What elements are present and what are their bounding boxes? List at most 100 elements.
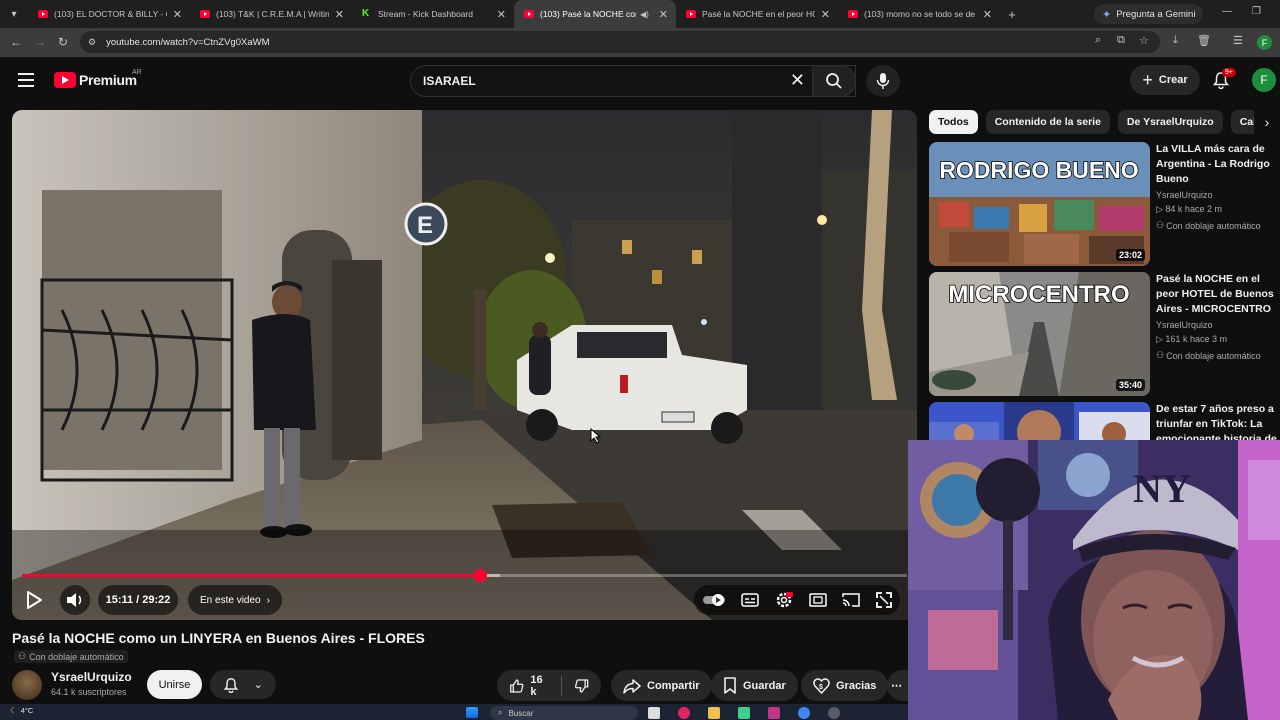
close-icon[interactable]: ✕: [659, 8, 668, 21]
file-explorer-icon[interactable]: [708, 707, 720, 719]
cast-icon[interactable]: [842, 593, 861, 607]
chevron-right-icon[interactable]: ›: [1254, 110, 1280, 134]
channel-name[interactable]: YsraelUrquizo: [1156, 190, 1280, 200]
browser-tab-3[interactable]: K Stream - Kick Dashboard ✕: [352, 0, 514, 28]
gemini-button[interactable]: ✦ Pregunta a Gemini: [1094, 4, 1204, 24]
create-button[interactable]: + Crear: [1130, 65, 1200, 95]
youtube-icon: [686, 10, 696, 18]
close-icon[interactable]: ✕: [497, 8, 506, 21]
reload-icon[interactable]: ↻: [58, 35, 68, 49]
chip-all[interactable]: Todos: [929, 110, 978, 134]
browser-profile-avatar[interactable]: F: [1257, 35, 1272, 50]
video-title[interactable]: Pasé la NOCHE en el peor HOTEL de Buenos…: [1156, 272, 1280, 317]
browser-tab-5[interactable]: Pasé la NOCHE en el peor HOT ✕: [676, 0, 838, 28]
gemini-sparkle-icon: ✦: [1102, 8, 1112, 21]
close-icon[interactable]: ✕: [821, 8, 830, 21]
subscription-notifications-button[interactable]: ⌄: [210, 670, 276, 699]
recommended-video-1[interactable]: RODRIGO BUENO 23:02 La VILLA más cara de…: [929, 142, 1280, 266]
close-icon[interactable]: ✕: [173, 8, 182, 21]
more-horizontal-icon: ⋯: [891, 680, 902, 692]
video-thumbnail[interactable]: RODRIGO BUENO 23:02: [929, 142, 1150, 266]
save-button[interactable]: Guardar: [711, 670, 798, 701]
video-progress-bar[interactable]: [22, 569, 907, 582]
chrome-icon[interactable]: [798, 707, 810, 719]
address-bar[interactable]: ⚙ youtube.com/watch?v=CtnZVg0XaWM: [80, 31, 1160, 53]
account-avatar[interactable]: F: [1252, 68, 1276, 92]
instagram-icon[interactable]: [768, 707, 780, 719]
miniplayer-icon[interactable]: [809, 593, 827, 607]
forward-arrow-icon[interactable]: →: [34, 35, 46, 49]
volume-button[interactable]: [60, 585, 90, 615]
logo-wordmark: Premium: [79, 72, 137, 88]
weather-widget[interactable]: ☾ 4°C: [10, 706, 33, 715]
app-icon[interactable]: [678, 707, 690, 719]
task-view-icon[interactable]: [648, 707, 660, 719]
app-icon[interactable]: [828, 707, 840, 719]
join-button[interactable]: Unirse: [147, 670, 202, 699]
hamburger-menu-icon[interactable]: [18, 73, 34, 87]
install-app-icon[interactable]: ⧉: [1117, 34, 1125, 47]
maximize-icon[interactable]: ❐: [1252, 6, 1261, 17]
speaker-icon[interactable]: ◀): [640, 10, 649, 19]
download-icon[interactable]: ⤓: [1173, 34, 1178, 47]
chip-series[interactable]: Contenido de la serie: [985, 110, 1110, 134]
temperature-text: 4°C: [20, 706, 34, 715]
browser-tab-strip: ▾ (103) EL DOCTOR & BILLY - GA ✕ (103) T…: [0, 0, 1280, 28]
windows-start-icon[interactable]: [466, 707, 478, 718]
channel-name[interactable]: YsraelUrquizo: [51, 670, 132, 684]
taskbar-search[interactable]: ⌕ Buscar: [490, 706, 638, 720]
channel-name[interactable]: YsraelUrquizo: [1156, 320, 1280, 330]
more-actions-button[interactable]: ⋯: [887, 670, 908, 701]
play-icon: [27, 591, 42, 609]
side-panel-icon[interactable]: ☰: [1233, 34, 1243, 47]
bell-icon: [223, 677, 239, 693]
thumbnail-image: RODRIGO BUENO: [929, 142, 1150, 266]
dislike-thumb-down-icon[interactable]: [574, 677, 589, 695]
search-button[interactable]: [812, 65, 856, 97]
close-icon[interactable]: ✕: [335, 8, 344, 21]
browser-tab-4-active[interactable]: (103) Pasé la NOCHE como ◀) ✕: [514, 0, 676, 28]
mouse-cursor-icon: [590, 428, 602, 444]
zoom-icon[interactable]: ⌕: [1095, 34, 1101, 47]
tab-search-button[interactable]: ▾: [0, 0, 28, 28]
scrubber-handle[interactable]: [473, 569, 487, 582]
close-icon[interactable]: ✕: [983, 8, 992, 21]
recommended-video-2[interactable]: MICROCENTRO 35:40 Pasé la NOCHE en el pe…: [929, 272, 1280, 396]
settings-gear-icon[interactable]: [775, 591, 794, 609]
subtitles-icon[interactable]: [741, 593, 760, 607]
youtube-premium-logo[interactable]: Premium AR: [54, 69, 142, 88]
time-display: 15:11 / 29:22: [98, 585, 178, 615]
thanks-button[interactable]: $ Gracias: [801, 670, 889, 701]
site-info-icon[interactable]: ⚙: [88, 37, 96, 48]
chevron-down-icon: ⌄: [253, 679, 263, 691]
stats-text: 161 k hace 3 m: [1165, 334, 1227, 344]
browser-tab-6[interactable]: (103) momo no se todo se de ✕: [838, 0, 1000, 28]
trash-icon[interactable]: 🗑: [1197, 34, 1211, 47]
clear-search-icon[interactable]: ✕: [790, 70, 805, 91]
share-button[interactable]: Compartir: [611, 670, 712, 701]
video-title[interactable]: La VILLA más cara de Argentina - La Rodr…: [1156, 142, 1280, 187]
back-arrow-icon[interactable]: ←: [10, 35, 22, 49]
chip-channel[interactable]: De YsraelUrquizo: [1117, 110, 1223, 134]
autoplay-toggle[interactable]: [702, 593, 726, 607]
thumbnail-text: RODRIGO BUENO: [939, 157, 1138, 183]
browser-tab-1[interactable]: (103) EL DOCTOR & BILLY - GA ✕: [28, 0, 190, 28]
duration-badge: 35:40: [1115, 379, 1145, 391]
app-icon[interactable]: [738, 707, 750, 719]
voice-search-button[interactable]: [866, 65, 900, 97]
fullscreen-icon[interactable]: [876, 592, 893, 608]
video-player[interactable]: E 15:11 / 29:22 En este video ›: [12, 110, 917, 620]
minimize-icon[interactable]: —: [1222, 6, 1232, 17]
dub-label: Con doblaje automático: [1166, 350, 1261, 361]
like-thumb-up-icon[interactable]: [509, 677, 524, 695]
like-count[interactable]: 16 k: [530, 674, 548, 698]
tab-title: (103) EL DOCTOR & BILLY - GA: [54, 9, 167, 19]
browser-tab-2[interactable]: (103) T&K | C.R.E.M.A | Writing ✕: [190, 0, 352, 28]
chapters-button[interactable]: En este video ›: [188, 585, 282, 615]
video-thumbnail[interactable]: MICROCENTRO 35:40: [929, 272, 1150, 396]
bookmark-star-icon[interactable]: ☆: [1139, 34, 1149, 47]
search-input[interactable]: [423, 74, 783, 88]
channel-avatar[interactable]: [12, 670, 42, 700]
play-button[interactable]: [26, 585, 46, 615]
new-tab-button[interactable]: +: [1000, 7, 1024, 22]
